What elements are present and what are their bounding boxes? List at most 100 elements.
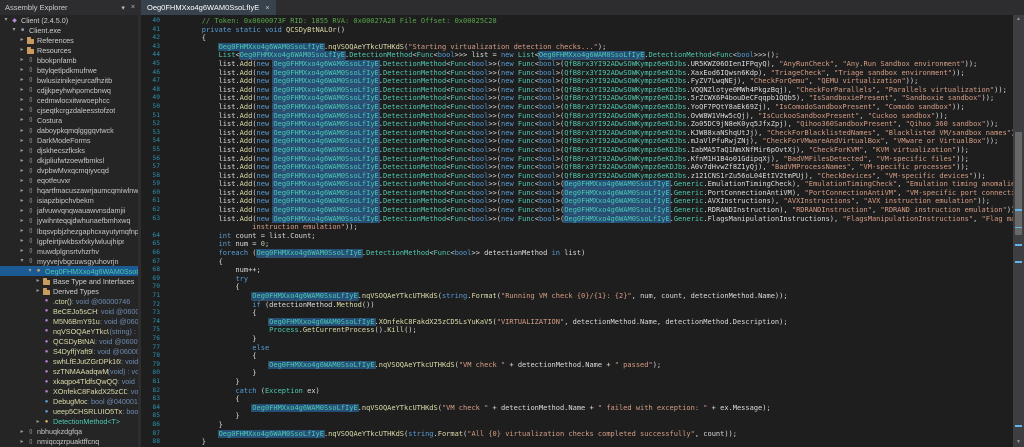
line-number[interactable]: 51 bbox=[141, 112, 168, 121]
code-token[interactable]: Func bbox=[518, 94, 535, 102]
code-token[interactable]: bool bbox=[539, 103, 556, 111]
code-token[interactable]: "VM check " bbox=[442, 404, 488, 412]
code-token[interactable]: catch bbox=[235, 387, 256, 395]
line-number[interactable]: 50 bbox=[141, 103, 168, 112]
code-token[interactable]: new bbox=[257, 94, 270, 102]
code-token[interactable]: "EmulationTimingCheck" bbox=[805, 180, 898, 188]
code-token[interactable]: >>( bbox=[488, 77, 501, 85]
code-token[interactable]: DetectionMethod bbox=[383, 189, 446, 197]
code-token[interactable]: >>( bbox=[488, 206, 501, 214]
code-token[interactable]: QfB8rx3YI92ADwSOWKympz6eKDJbs bbox=[564, 146, 686, 154]
line-number[interactable]: 55 bbox=[141, 146, 168, 155]
code-token[interactable]: { bbox=[168, 309, 257, 317]
code-token[interactable]: new bbox=[501, 60, 514, 68]
code-token[interactable]: nqVSOQAeYTkcUTHKdS bbox=[362, 404, 438, 412]
code-token[interactable]: bool bbox=[472, 189, 489, 197]
code-token[interactable]: , bbox=[876, 172, 884, 180]
code-text[interactable]: try bbox=[168, 275, 1013, 284]
expander-closed-icon[interactable]: ▸ bbox=[18, 196, 26, 206]
code-token[interactable]: DetectionMethod bbox=[383, 94, 446, 102]
tree-item-eqotfeuvxr[interactable]: ▸eqotfeuvxr bbox=[0, 176, 138, 186]
code-token[interactable]: list. bbox=[168, 172, 240, 180]
code-text[interactable]: Oeg0FHMXxo4g6WAM0SsoLfIyE.XOnfekC8FakdX2… bbox=[168, 318, 1013, 327]
code-text[interactable]: list.Add(new Oeg0FHMXxo4g6WAM0SsoLfIyE.D… bbox=[168, 129, 1013, 138]
code-text[interactable]: list.Add(new Oeg0FHMXxo4g6WAM0SsoLfIyE.D… bbox=[168, 137, 1013, 146]
code-token[interactable]: new bbox=[501, 206, 514, 214]
code-token[interactable]: Func bbox=[518, 120, 535, 128]
code-token[interactable]: + ex.Message); bbox=[707, 404, 770, 412]
line-number[interactable]: 43 bbox=[141, 43, 168, 52]
highlighted-reference[interactable]: Oeg0FHMXxo4g6WAM0SsoLfIyE bbox=[273, 146, 378, 154]
code-token[interactable]: new bbox=[257, 60, 270, 68]
code-token[interactable]: )); bbox=[986, 137, 999, 145]
code-token[interactable]: Func bbox=[518, 155, 535, 163]
code-token[interactable]: Func bbox=[450, 69, 467, 77]
code-token[interactable]: "QEMU virtualization" bbox=[817, 77, 906, 85]
code-token[interactable]: bool bbox=[539, 129, 556, 137]
code-token[interactable]: int bbox=[219, 240, 232, 248]
code-token[interactable]: Func bbox=[518, 137, 535, 145]
line-number[interactable]: 75 bbox=[141, 326, 168, 335]
code-token[interactable]: bool bbox=[539, 206, 556, 214]
code-token[interactable]: bool bbox=[472, 155, 489, 163]
line-number[interactable]: 47 bbox=[141, 77, 168, 86]
highlighted-reference[interactable]: Oeg0FHMXxo4g6WAM0SsoLfIyE bbox=[252, 404, 357, 412]
tree-item-debugmode[interactable]: DebugMode : bool @04000175 bbox=[0, 397, 138, 407]
code-token[interactable]: { bbox=[168, 258, 223, 266]
code-token[interactable]: bool bbox=[472, 206, 489, 214]
code-token[interactable]: >( bbox=[556, 60, 564, 68]
code-token[interactable]: >( bbox=[556, 112, 564, 120]
highlighted-reference[interactable]: Oeg0FHMXxo4g6WAM0SsoLfIyE bbox=[273, 86, 378, 94]
code-token[interactable]: " passed" bbox=[615, 361, 653, 369]
line-number[interactable]: 59 bbox=[141, 180, 168, 189]
code-token[interactable]: new bbox=[501, 215, 514, 223]
code-token[interactable]: } bbox=[168, 378, 240, 386]
highlighted-reference[interactable]: Oeg0FHMXxo4g6WAM0SsoLfIyE bbox=[273, 189, 378, 197]
code-token[interactable]: >>( bbox=[488, 189, 501, 197]
code-text[interactable]: Oeg0FHMXxo4g6WAM0SsoLfIyE.nqVSOQAeYTkcUT… bbox=[168, 404, 1013, 413]
code-text[interactable]: } bbox=[168, 335, 1013, 344]
code-token[interactable]: list. bbox=[168, 120, 240, 128]
code-token[interactable]: else bbox=[252, 344, 269, 352]
code-token[interactable]: nqVSOQAeYTkcUTHKdS bbox=[328, 430, 404, 438]
code-token[interactable]: >>( bbox=[488, 103, 501, 111]
code-token[interactable]: list. bbox=[168, 189, 240, 197]
code-token[interactable]: Generic bbox=[674, 197, 704, 205]
code-token[interactable]: QfB8rx3YI92ADwSOWKympz6eKDJbs bbox=[564, 86, 686, 94]
code-token[interactable]: "RDRAND instruction emulation" bbox=[880, 206, 1006, 214]
code-token[interactable]: Process bbox=[269, 326, 299, 334]
code-token[interactable]: Add bbox=[240, 129, 253, 137]
code-token[interactable]: "CheckForBlacklistedNames" bbox=[767, 129, 877, 137]
tree-item-sztnmaaadqwmqq[interactable]: szTNMAAadqwMQQ(void) : void bbox=[0, 367, 138, 377]
tree-item-nqvsoqaeytkcuthkds[interactable]: nqVSOQAeYTkcUTHKdS(string) : void bbox=[0, 326, 138, 336]
code-token[interactable]: bool bbox=[472, 163, 489, 171]
code-token[interactable]: Add bbox=[240, 112, 253, 120]
code-token[interactable]: , bbox=[876, 129, 884, 137]
highlighted-reference[interactable]: Oeg0FHMXxo4g6WAM0SsoLfIyE bbox=[219, 43, 324, 51]
code-token[interactable]: .Zo05DC9jN8eK0yq5JfxZpj), bbox=[686, 120, 796, 128]
code-token[interactable]: bool bbox=[472, 129, 489, 137]
code-token[interactable]: new bbox=[257, 129, 270, 137]
code-token[interactable]: , bbox=[826, 69, 834, 77]
code-token[interactable]: Func bbox=[450, 94, 467, 102]
code-token[interactable]: "Comodo sandbox" bbox=[885, 103, 952, 111]
code-token[interactable]: ); bbox=[653, 361, 661, 369]
highlighted-reference[interactable]: Oeg0FHMXxo4g6WAM0SsoLfIyE bbox=[273, 180, 378, 188]
code-token[interactable]: >>( bbox=[488, 146, 501, 154]
code-token[interactable]: num = bbox=[231, 240, 261, 248]
code-token[interactable]: new bbox=[257, 180, 270, 188]
code-text[interactable]: { bbox=[168, 395, 1013, 404]
code-token[interactable]: "VM-specific port connections" bbox=[906, 189, 1013, 197]
code-text[interactable]: Process.GetCurrentProcess().Kill(); bbox=[168, 326, 1013, 335]
code-token[interactable]: } bbox=[168, 335, 257, 343]
tree-item-nbhuqkzdgfqa[interactable]: ▸nbhuqkzdgfqa bbox=[0, 427, 138, 437]
code-token[interactable]: Add bbox=[240, 172, 253, 180]
code-token[interactable]: Func bbox=[450, 86, 467, 94]
code-token[interactable]: .z121CNS1rZu56oL04EtIV2tmPUj), bbox=[686, 172, 817, 180]
code-token[interactable]: DetectionMethod bbox=[383, 129, 446, 137]
code-token[interactable]: Exception bbox=[265, 387, 303, 395]
expander-closed-icon[interactable]: ▸ bbox=[18, 45, 26, 55]
code-token[interactable]: "Qihoo 360 sandbox" bbox=[906, 120, 986, 128]
code-token[interactable]: "CheckForQemu" bbox=[750, 77, 809, 85]
code-token[interactable]: } bbox=[168, 369, 257, 377]
